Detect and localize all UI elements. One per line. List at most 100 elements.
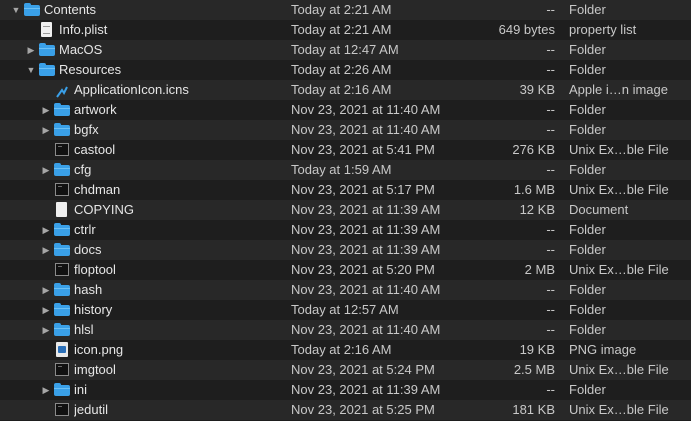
file-row[interactable]: floptool Nov 23, 2021 at 5:20 PM 2 MB Unix … — [0, 260, 691, 280]
date-modified: Nov 23, 2021 at 5:25 PM — [291, 402, 435, 417]
file-size: 181 KB — [512, 402, 555, 417]
file-row[interactable]: icon.png Today at 2:16 AM 19 KB PNG image — [0, 340, 691, 360]
file-row[interactable]: ▶ ini Nov 23, 2021 at 11:39 AM -- Folder — [0, 380, 691, 400]
date-modified: Today at 2:21 AM — [291, 2, 392, 17]
file-size: 276 KB — [512, 142, 555, 157]
file-name: ini — [74, 382, 88, 397]
file-kind: Folder — [569, 222, 606, 237]
folder-icon — [54, 243, 70, 257]
folder-icon — [54, 103, 70, 117]
date-modified: Nov 23, 2021 at 5:17 PM — [291, 182, 435, 197]
file-row[interactable]: ▶ docs Nov 23, 2021 at 11:39 AM -- Folder — [0, 240, 691, 260]
file-kind: Folder — [569, 382, 606, 397]
file-name: hash — [74, 282, 103, 297]
folder-icon — [54, 323, 70, 337]
file-list: ▼ Contents Today at 2:21 AM -- Folder Info.pl… — [0, 0, 691, 421]
executable-file-icon — [54, 363, 70, 377]
disclosure-expanded-icon[interactable]: ▼ — [25, 60, 37, 80]
disclosure-collapsed-icon[interactable]: ▶ — [40, 100, 52, 120]
file-size: 649 bytes — [498, 22, 555, 37]
file-kind: Unix Ex…ble File — [569, 362, 669, 377]
file-name: floptool — [74, 262, 116, 277]
file-row[interactable]: ▶ history Today at 12:57 AM -- Folder — [0, 300, 691, 320]
file-size: -- — [546, 302, 555, 317]
date-modified: Nov 23, 2021 at 5:24 PM — [291, 362, 435, 377]
file-row[interactable]: jedutil Nov 23, 2021 at 5:25 PM 181 KB Unix… — [0, 400, 691, 420]
file-row[interactable]: imgtool Nov 23, 2021 at 5:24 PM 2.5 MB Unix… — [0, 360, 691, 380]
file-name: ApplicationIcon.icns — [74, 82, 189, 97]
file-kind: Folder — [569, 42, 606, 57]
file-size: -- — [546, 322, 555, 337]
file-row[interactable]: castool Nov 23, 2021 at 5:41 PM 276 KB Unix… — [0, 140, 691, 160]
file-row[interactable]: ▶ hlsl Nov 23, 2021 at 11:40 AM -- Folder — [0, 320, 691, 340]
file-size: -- — [546, 42, 555, 57]
file-size: -- — [546, 242, 555, 257]
file-size: -- — [546, 2, 555, 17]
date-modified: Nov 23, 2021 at 11:40 AM — [291, 322, 441, 337]
disclosure-collapsed-icon[interactable]: ▶ — [40, 220, 52, 240]
file-name: docs — [74, 242, 102, 257]
file-kind: property list — [569, 22, 637, 37]
file-name: imgtool — [74, 362, 116, 377]
file-size: -- — [546, 382, 555, 397]
file-size: 12 KB — [519, 202, 555, 217]
file-kind: Folder — [569, 282, 606, 297]
file-size: 19 KB — [519, 342, 555, 357]
folder-icon — [54, 163, 70, 177]
file-name: bgfx — [74, 122, 99, 137]
date-modified: Today at 2:16 AM — [291, 82, 392, 97]
file-row[interactable]: ApplicationIcon.icns Today at 2:16 AM 39 K… — [0, 80, 691, 100]
disclosure-expanded-icon[interactable]: ▼ — [10, 0, 22, 20]
file-name: hlsl — [74, 322, 94, 337]
file-kind: Folder — [569, 2, 606, 17]
disclosure-collapsed-icon[interactable]: ▶ — [40, 240, 52, 260]
file-kind: Folder — [569, 122, 606, 137]
file-row[interactable]: ▼ Resources Today at 2:26 AM -- Folder — [0, 60, 691, 80]
disclosure-collapsed-icon[interactable]: ▶ — [40, 280, 52, 300]
disclosure-collapsed-icon[interactable]: ▶ — [40, 120, 52, 140]
file-size: 2.5 MB — [513, 362, 555, 377]
disclosure-collapsed-icon[interactable]: ▶ — [40, 380, 52, 400]
file-kind: Document — [569, 202, 629, 217]
file-row[interactable]: COPYING Nov 23, 2021 at 11:39 AM 12 KB Docu… — [0, 200, 691, 220]
file-row[interactable]: Info.plist Today at 2:21 AM 649 bytes prope… — [0, 20, 691, 40]
date-modified: Nov 23, 2021 at 11:39 AM — [291, 382, 441, 397]
file-row[interactable]: ▶ artwork Nov 23, 2021 at 11:40 AM -- Folder — [0, 100, 691, 120]
file-kind: Unix Ex…ble File — [569, 402, 669, 417]
executable-file-icon — [54, 403, 70, 417]
file-size: -- — [546, 222, 555, 237]
folder-icon — [54, 283, 70, 297]
date-modified: Today at 12:47 AM — [291, 42, 399, 57]
file-row[interactable]: ▶ hash Nov 23, 2021 at 11:40 AM -- Folder — [0, 280, 691, 300]
plist-file-icon — [39, 22, 55, 37]
disclosure-collapsed-icon[interactable]: ▶ — [40, 160, 52, 180]
date-modified: Today at 2:16 AM — [291, 342, 392, 357]
file-size: -- — [546, 282, 555, 297]
file-kind: Unix Ex…ble File — [569, 182, 669, 197]
file-row[interactable]: ▶ cfg Today at 1:59 AM -- Folder — [0, 160, 691, 180]
disclosure-collapsed-icon[interactable]: ▶ — [25, 40, 37, 60]
executable-file-icon — [54, 143, 70, 157]
file-row[interactable]: ▶ MacOS Today at 12:47 AM -- Folder — [0, 40, 691, 60]
file-size: -- — [546, 62, 555, 77]
file-kind: Unix Ex…ble File — [569, 262, 669, 277]
document-icon — [54, 202, 70, 217]
file-row[interactable]: ▶ bgfx Nov 23, 2021 at 11:40 AM -- Folder — [0, 120, 691, 140]
date-modified: Today at 2:21 AM — [291, 22, 392, 37]
file-name: COPYING — [74, 202, 134, 217]
file-row[interactable]: ▶ ctrlr Nov 23, 2021 at 11:39 AM -- Folder — [0, 220, 691, 240]
folder-icon — [24, 3, 40, 17]
png-image-icon — [54, 342, 70, 357]
folder-icon — [39, 43, 55, 57]
date-modified: Nov 23, 2021 at 11:39 AM — [291, 202, 441, 217]
disclosure-collapsed-icon[interactable]: ▶ — [40, 320, 52, 340]
date-modified: Nov 23, 2021 at 11:40 AM — [291, 102, 441, 117]
file-row[interactable]: ▼ Contents Today at 2:21 AM -- Folder — [0, 0, 691, 20]
folder-icon — [39, 63, 55, 77]
date-modified: Today at 12:57 AM — [291, 302, 399, 317]
file-name: jedutil — [74, 402, 108, 417]
file-kind: Folder — [569, 162, 606, 177]
disclosure-collapsed-icon[interactable]: ▶ — [40, 300, 52, 320]
file-kind: Folder — [569, 242, 606, 257]
file-row[interactable]: chdman Nov 23, 2021 at 5:17 PM 1.6 MB Unix … — [0, 180, 691, 200]
